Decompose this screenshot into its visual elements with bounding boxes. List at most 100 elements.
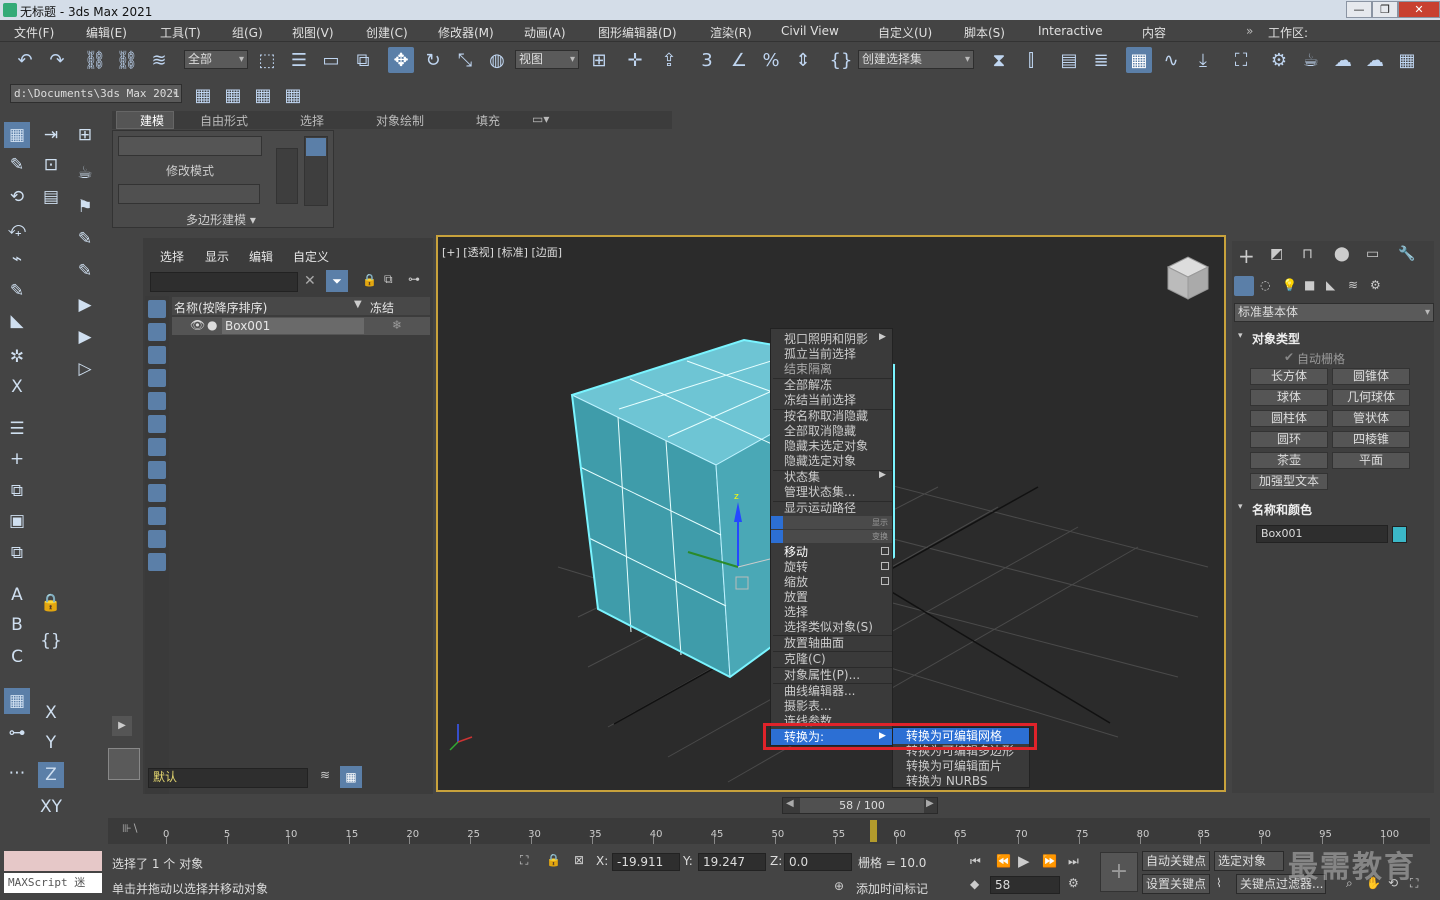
container-filter-icon[interactable] [148, 507, 166, 525]
keyboard-shortcut-icon[interactable]: ⇪ [656, 47, 682, 73]
geosphere-button[interactable]: 几何球体 [1332, 389, 1410, 406]
time-slider-thumb[interactable]: 58 / 100 [800, 798, 924, 813]
scene-tab-display[interactable]: 显示 [205, 248, 229, 265]
snap-tool-icon[interactable]: ⤽ [4, 216, 30, 242]
selection-filter-dropdown[interactable]: 全部 [184, 50, 248, 69]
scene-explorer-toggle-icon[interactable]: ▦ [340, 766, 362, 788]
frozen-filter-icon[interactable] [148, 530, 166, 548]
axis-y-icon[interactable]: Y [38, 730, 64, 756]
named-sel-set-dropdown[interactable]: 创建选择集 [858, 50, 974, 69]
helpers-category-icon[interactable]: ◣ [1326, 278, 1335, 292]
menu-scripting[interactable]: 脚本(S) [964, 24, 1005, 41]
sphere-button[interactable]: 球体 [1250, 389, 1328, 406]
menu-modifiers[interactable]: 修改器(M) [438, 24, 494, 41]
scene-tab-edit[interactable]: 编辑 [249, 248, 273, 265]
ref-coord-dropdown[interactable]: 视图 [515, 50, 579, 69]
goto-start-icon[interactable]: ⏮ [970, 854, 981, 869]
add-time-tag[interactable]: 添加时间标记 [856, 880, 928, 897]
isolate-toggle-icon[interactable]: ⛶ [520, 853, 528, 868]
pivot-center-icon[interactable]: ⊞ [586, 47, 612, 73]
select-and-scale-icon[interactable]: ⤡ [452, 47, 478, 73]
select-object-icon[interactable]: ⬚ [254, 47, 280, 73]
hierarchy-icon[interactable]: ⚑ [72, 194, 98, 220]
menu-interactive[interactable]: Interactive [1038, 24, 1103, 38]
pan-icon[interactable]: ✋ [1366, 876, 1381, 890]
select-and-move-icon[interactable]: ✥ [388, 47, 414, 73]
set-key-big-icon[interactable]: + [1100, 852, 1138, 892]
tab-modeling[interactable]: 建模 [140, 112, 164, 129]
camera-filter-icon[interactable] [148, 369, 166, 387]
fill-select-icon[interactable]: ◣ [4, 308, 30, 334]
layer-manager-icon[interactable]: ≋ [320, 768, 330, 782]
angle-snap-icon[interactable]: ∠ [726, 47, 752, 73]
curve-editor-icon[interactable]: ∿ [1158, 47, 1184, 73]
column-name-header[interactable]: 名称(按降序排序) [174, 299, 267, 316]
z-coord-input[interactable]: 0.0 [784, 853, 852, 871]
play-anim-icon[interactable]: ▶ [72, 324, 98, 350]
time-tag-icon[interactable]: ⊕ [834, 879, 844, 893]
hierarchy-tab-icon[interactable]: ⊓ [1302, 246, 1313, 262]
layer-stack-icon[interactable]: ⧉ [4, 540, 30, 566]
menu-item-move[interactable]: 移动 [784, 545, 808, 559]
menu-item-clone[interactable]: 克隆(C) [784, 652, 826, 666]
ribbon-pin-icon[interactable] [306, 138, 326, 156]
set-key-button[interactable]: 设置关键点 [1142, 874, 1210, 894]
maximize-button[interactable]: ❐ [1372, 1, 1398, 18]
menu-graph-editors[interactable]: 图形编辑器(D) [598, 24, 677, 41]
menu-overflow-icon[interactable]: » [1246, 24, 1253, 38]
maxscript-listener-top[interactable] [4, 851, 102, 871]
play-icon[interactable]: ▶ [1018, 852, 1030, 870]
link-tool-icon[interactable]: ⟲ [4, 184, 30, 210]
rotate-settings-icon[interactable] [881, 562, 889, 570]
object-color-swatch[interactable] [1392, 526, 1407, 543]
create-tab-icon[interactable]: + [1238, 244, 1255, 268]
viewport-label[interactable]: [+] [透视] [标准] [边面] [442, 244, 562, 260]
menu-item-manage-state-sets[interactable]: 管理状态集... [784, 485, 855, 499]
material-editor-icon[interactable]: ⛶ [1228, 47, 1254, 73]
menu-animation[interactable]: 动画(A) [524, 24, 566, 41]
menu-customize[interactable]: 自定义(U) [878, 24, 932, 41]
menu-item-unhide-by-name[interactable]: 按名称取消隐藏 [784, 409, 868, 423]
rendered-frame-icon[interactable]: ☕ [1298, 47, 1324, 73]
prev-frame-icon[interactable]: ◀ [786, 798, 794, 809]
menu-item-unhide-all[interactable]: 全部取消隐藏 [784, 424, 856, 438]
y-coord-input[interactable]: 19.247 [698, 853, 766, 871]
menu-item-scale[interactable]: 缩放 [784, 575, 808, 589]
tube-button[interactable]: 管状体 [1332, 410, 1410, 427]
lock-sel-icon[interactable]: 🔒 [362, 273, 377, 287]
tab-selection[interactable]: 选择 [300, 112, 324, 129]
viewport-thumbnail[interactable] [108, 748, 140, 780]
playback-icon[interactable]: ▶ [72, 292, 98, 318]
systems-category-icon[interactable]: ⚙ [1370, 278, 1381, 292]
next-frame-icon[interactable]: ▶ [926, 798, 934, 809]
text-a-icon[interactable]: A [4, 582, 30, 608]
menu-item-dope-sheet[interactable]: 摄影表... [784, 699, 831, 713]
axis-z-icon[interactable]: Z [38, 762, 64, 788]
ribbon-side-buttons[interactable] [276, 148, 298, 204]
scene-tab-select[interactable]: 选择 [160, 248, 184, 265]
ribbon-ops-bar[interactable] [118, 184, 260, 204]
move-settings-icon[interactable] [881, 547, 889, 555]
autogrid-checkbox[interactable]: ✔ [1284, 350, 1294, 364]
maximize-viewport-icon[interactable]: ⛶ [1410, 876, 1418, 891]
scene-explorer-icon[interactable]: ▤ [1056, 47, 1082, 73]
shape-filter-icon[interactable] [148, 323, 166, 341]
menu-item-end-isolate[interactable]: 结束隔离 [784, 362, 832, 376]
render-production-icon[interactable]: ☁ [1330, 47, 1356, 73]
visibility-eye-icon[interactable]: 👁 [190, 318, 205, 332]
freeze-snowflake-icon[interactable]: ❄ [392, 318, 402, 332]
menu-edit[interactable]: 编辑(E) [86, 24, 127, 41]
menu-item-lighting[interactable]: 视口照明和阴影 [784, 332, 868, 346]
menu-create[interactable]: 创建(C) [366, 24, 408, 41]
menu-rendering[interactable]: 渲染(R) [710, 24, 752, 41]
project-settings-icon[interactable]: ▦ [280, 82, 306, 108]
mirror-icon[interactable]: ⧗ [986, 47, 1012, 73]
object-type-title[interactable]: 对象类型 [1252, 330, 1300, 347]
modify-tab-icon[interactable]: ◩ [1270, 246, 1283, 262]
window-crossing-icon[interactable]: ⧉ [350, 47, 376, 73]
menu-item-freeze-selection[interactable]: 冻结当前选择 [784, 393, 856, 407]
menu-item-hide-selection[interactable]: 隐藏选定对象 [784, 454, 856, 468]
goto-end-icon[interactable]: ⏭ [1068, 854, 1079, 869]
torus-button[interactable]: 圆环 [1250, 431, 1328, 448]
teapot-icon[interactable]: ☕ [72, 160, 98, 186]
